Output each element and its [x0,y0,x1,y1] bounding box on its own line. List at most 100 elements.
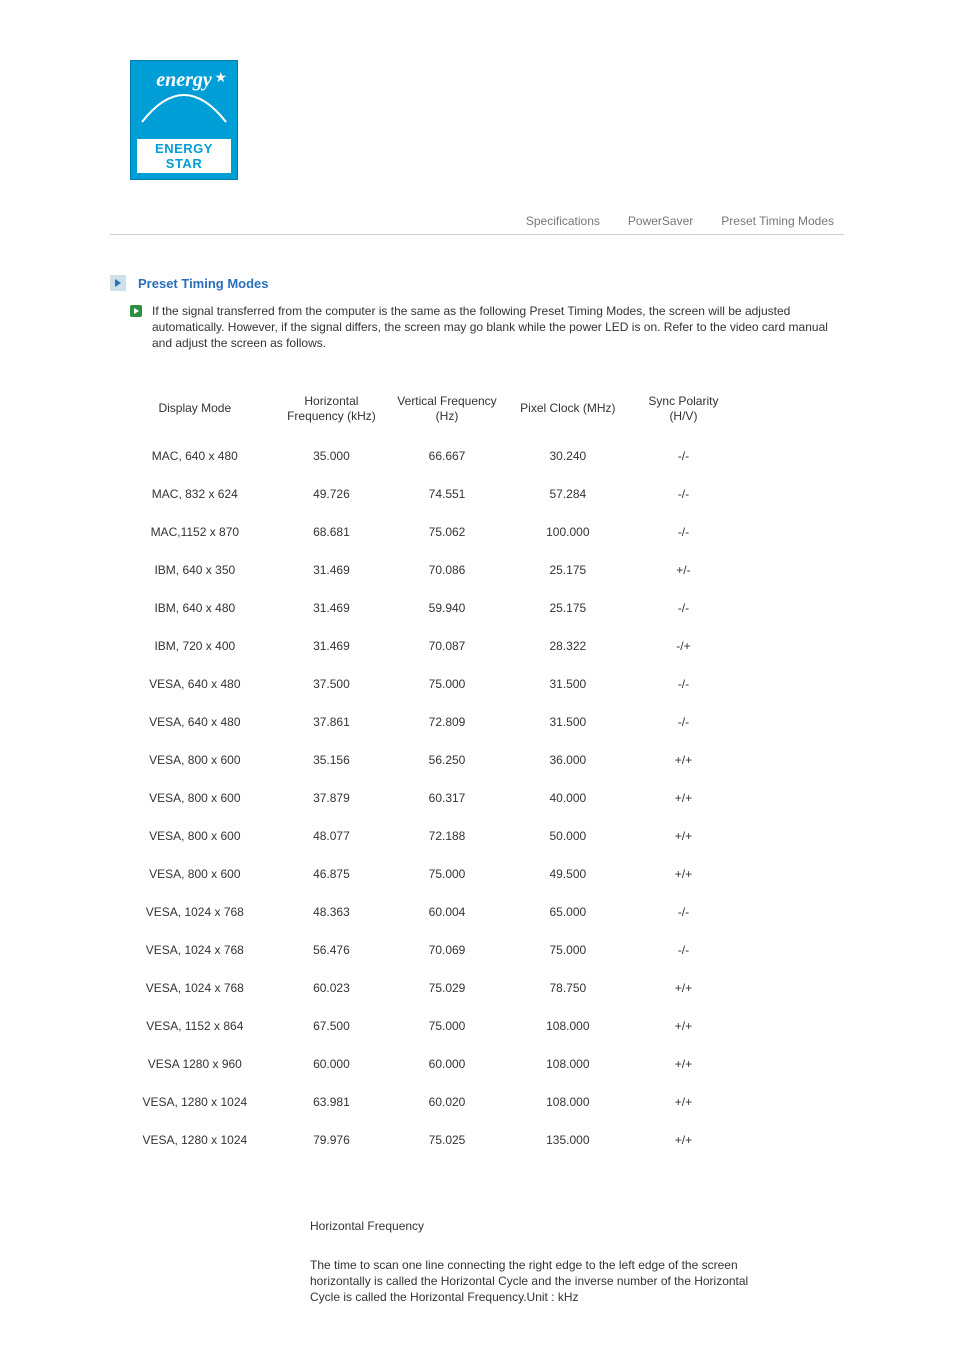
nav-preset-timing-modes[interactable]: Preset Timing Modes [721,214,834,228]
cell-h: 49.726 [274,475,390,513]
cell-clk: 30.240 [505,437,631,475]
cell-v: 70.086 [389,551,505,589]
cell-h: 63.981 [274,1083,390,1121]
table-row: VESA, 800 x 60048.07772.18850.000+/+ [116,817,736,855]
star-icon: ★ [214,69,227,86]
cell-mode: MAC, 832 x 624 [116,475,274,513]
section-header: Preset Timing Modes [110,275,844,291]
cell-sync: +/+ [631,741,736,779]
cell-sync: -/+ [631,627,736,665]
cell-v: 74.551 [389,475,505,513]
col-v-freq: Vertical Frequency (Hz) [389,382,505,437]
cell-mode: VESA, 800 x 600 [116,817,274,855]
cell-sync: +/- [631,551,736,589]
nav-specifications[interactable]: Specifications [526,214,600,228]
table-row: MAC,1152 x 87068.68175.062100.000-/- [116,513,736,551]
cell-v: 59.940 [389,589,505,627]
cell-sync: +/+ [631,1083,736,1121]
cell-v: 72.809 [389,703,505,741]
cell-mode: IBM, 720 x 400 [116,627,274,665]
cell-clk: 36.000 [505,741,631,779]
cell-h: 67.500 [274,1007,390,1045]
cell-clk: 135.000 [505,1121,631,1159]
cell-sync: +/+ [631,817,736,855]
cell-h: 68.681 [274,513,390,551]
cell-h: 48.363 [274,893,390,931]
cell-clk: 25.175 [505,589,631,627]
cell-h: 31.469 [274,589,390,627]
table-row: VESA, 1024 x 76848.36360.00465.000-/- [116,893,736,931]
cell-sync: +/+ [631,969,736,1007]
table-row: VESA, 800 x 60035.15656.25036.000+/+ [116,741,736,779]
nav-tabs: Specifications PowerSaver Preset Timing … [110,210,844,235]
cell-sync: -/- [631,703,736,741]
table-row: IBM, 640 x 48031.46959.94025.175-/- [116,589,736,627]
cell-h: 37.500 [274,665,390,703]
cell-mode: VESA, 800 x 600 [116,741,274,779]
cell-mode: VESA, 1280 x 1024 [116,1121,274,1159]
cell-sync: -/- [631,589,736,627]
logo-label: ENERGY STAR [137,139,231,173]
table-row: VESA 1280 x 96060.00060.000108.000+/+ [116,1045,736,1083]
table-header-row: Display Mode Horizontal Frequency (kHz) … [116,382,736,437]
energy-star-badge: energy ★ ENERGY STAR [130,60,238,180]
cell-clk: 31.500 [505,703,631,741]
cell-v: 56.250 [389,741,505,779]
section-title: Preset Timing Modes [138,276,269,291]
col-h-freq: Horizontal Frequency (kHz) [274,382,390,437]
table-row: VESA, 1280 x 102463.98160.020108.000+/+ [116,1083,736,1121]
page-content: energy ★ ENERGY STAR Specifications Powe… [0,0,954,1365]
table-row: MAC, 640 x 48035.00066.66730.240-/- [116,437,736,475]
table-row: VESA, 1024 x 76856.47670.06975.000-/- [116,931,736,969]
cell-h: 37.861 [274,703,390,741]
cell-clk: 75.000 [505,931,631,969]
cell-h: 79.976 [274,1121,390,1159]
cell-mode: VESA, 640 x 480 [116,703,274,741]
cell-mode: VESA, 640 x 480 [116,665,274,703]
cell-clk: 57.284 [505,475,631,513]
table-row: IBM, 640 x 35031.46970.08625.175+/- [116,551,736,589]
cell-clk: 78.750 [505,969,631,1007]
cell-v: 75.025 [389,1121,505,1159]
cell-v: 75.029 [389,969,505,1007]
logo-script: energy [156,69,212,92]
cell-mode: VESA, 800 x 600 [116,779,274,817]
cell-h: 37.879 [274,779,390,817]
cell-sync: +/+ [631,1045,736,1083]
cell-v: 70.087 [389,627,505,665]
definition-body: The time to scan one line connecting the… [310,1257,750,1306]
section-description-row: If the signal transferred from the compu… [130,303,844,352]
cell-v: 66.667 [389,437,505,475]
cell-clk: 50.000 [505,817,631,855]
cell-sync: -/- [631,931,736,969]
cell-sync: -/- [631,665,736,703]
cell-v: 75.000 [389,665,505,703]
cell-h: 31.469 [274,627,390,665]
nav-powersaver[interactable]: PowerSaver [628,214,693,228]
cell-mode: MAC, 640 x 480 [116,437,274,475]
cell-clk: 100.000 [505,513,631,551]
cell-h: 46.875 [274,855,390,893]
col-pixel-clock: Pixel Clock (MHz) [505,382,631,437]
cell-sync: -/- [631,437,736,475]
chevron-right-icon [110,275,126,291]
bullet-icon [130,305,142,317]
cell-mode: VESA, 800 x 600 [116,855,274,893]
cell-clk: 31.500 [505,665,631,703]
cell-clk: 108.000 [505,1083,631,1121]
cell-clk: 28.322 [505,627,631,665]
cell-v: 60.020 [389,1083,505,1121]
section-description: If the signal transferred from the compu… [152,303,844,352]
cell-sync: +/+ [631,1007,736,1045]
cell-mode: VESA 1280 x 960 [116,1045,274,1083]
cell-v: 75.062 [389,513,505,551]
table-row: VESA, 1280 x 102479.97675.025135.000+/+ [116,1121,736,1159]
cell-v: 60.000 [389,1045,505,1083]
cell-mode: VESA, 1024 x 768 [116,969,274,1007]
table-row: VESA, 1024 x 76860.02375.02978.750+/+ [116,969,736,1007]
cell-h: 48.077 [274,817,390,855]
energy-star-logo: energy ★ ENERGY STAR [130,60,844,180]
cell-mode: IBM, 640 x 350 [116,551,274,589]
definition-title: Horizontal Frequency [310,1219,750,1233]
col-sync: Sync Polarity (H/V) [631,382,736,437]
